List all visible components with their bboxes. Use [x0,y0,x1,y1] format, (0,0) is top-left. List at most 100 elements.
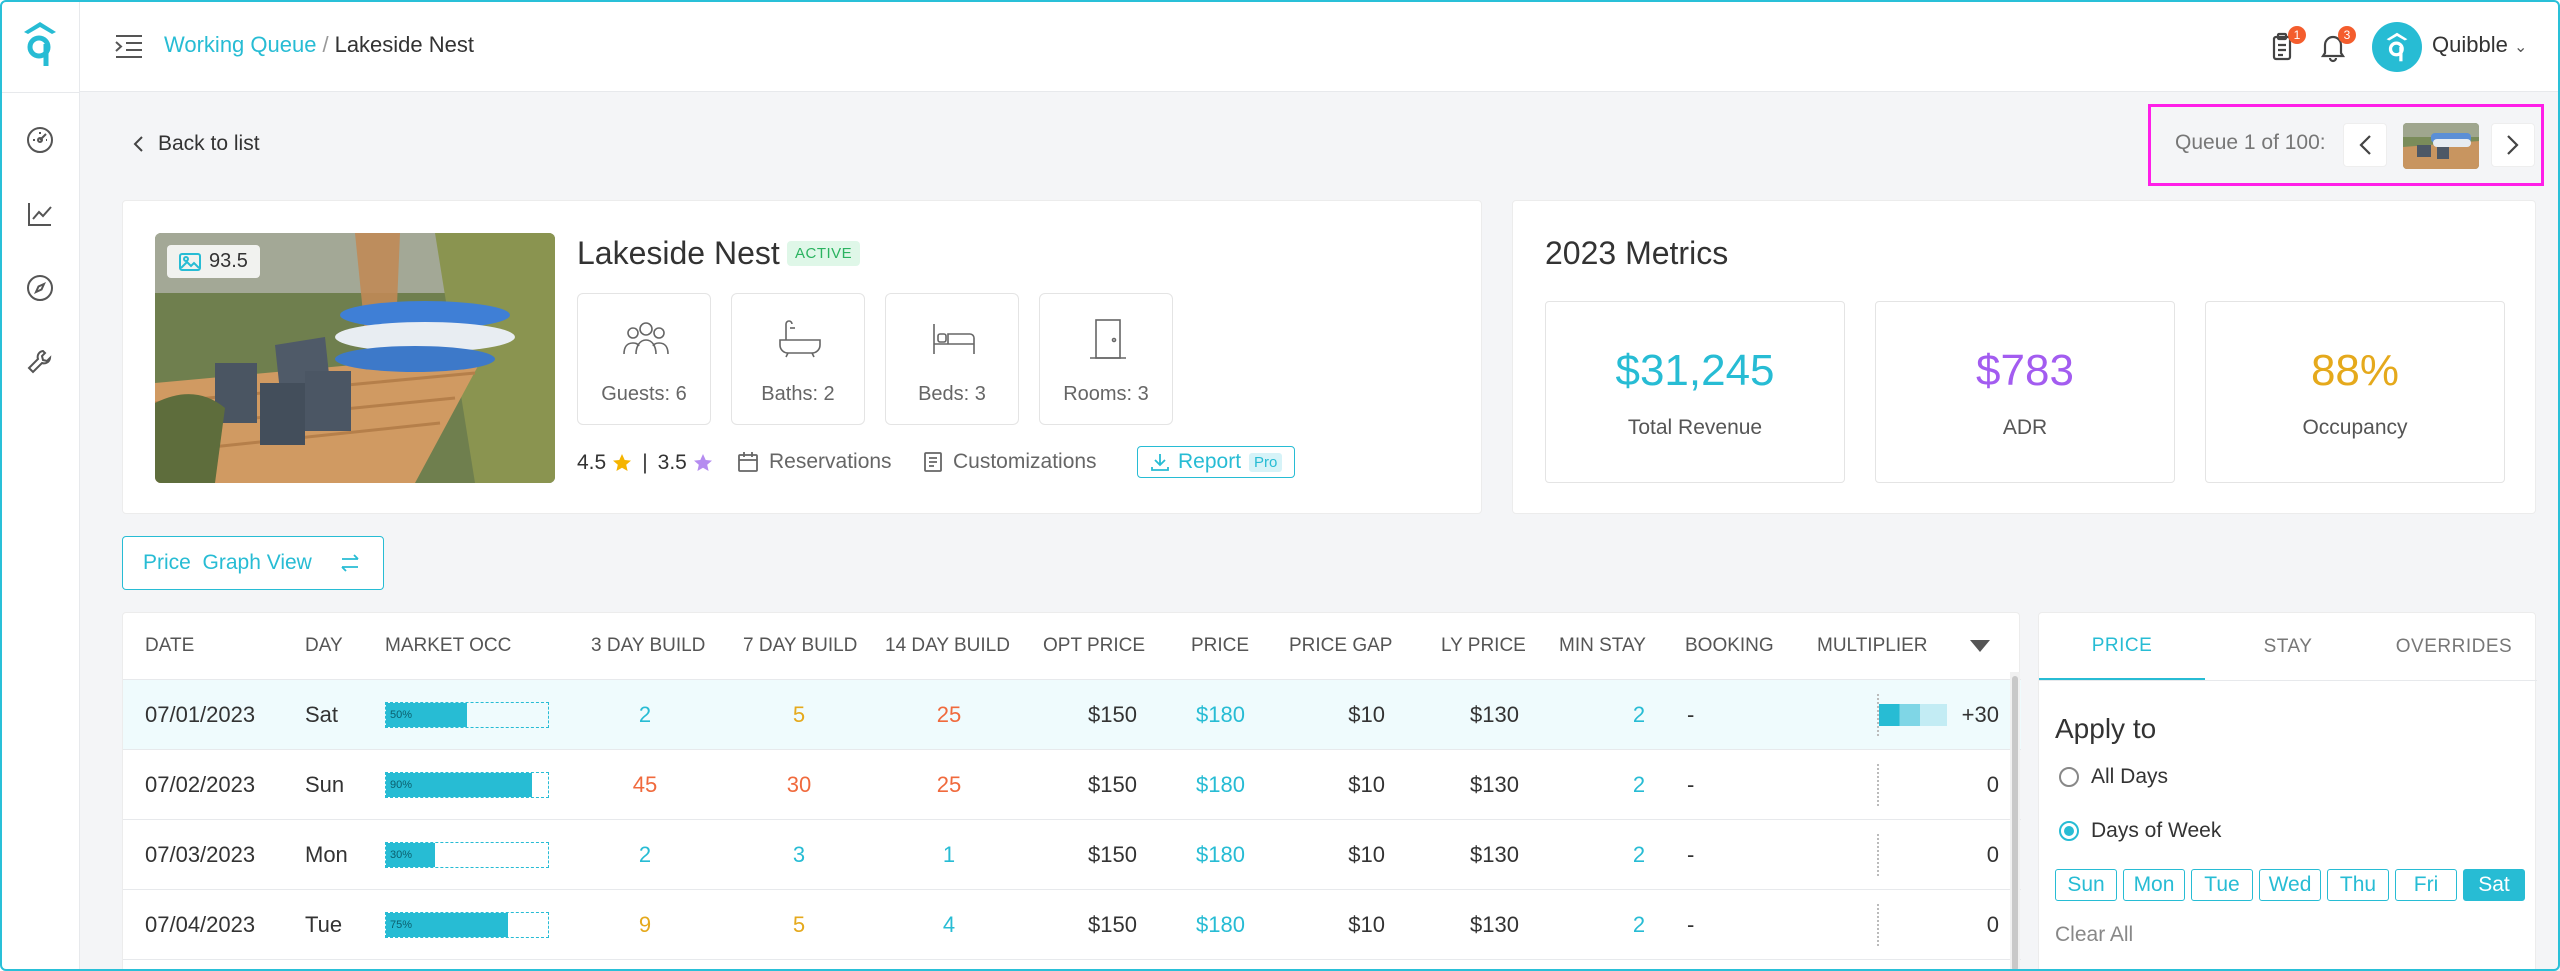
cell-min-stay[interactable]: 2 [1633,772,1645,798]
tab-price[interactable]: PRICE [2039,613,2205,681]
queue-property-thumbnail[interactable] [2403,123,2479,169]
col-header-price-gap: PRICE GAP [1289,635,1393,656]
metric-label: Total Revenue [1627,416,1763,439]
cell-date: 07/03/2023 [145,842,256,867]
reservations-link[interactable]: Reservations [737,450,892,474]
radio-all-days[interactable] [2059,767,2079,787]
customizations-link[interactable]: Customizations [923,450,1097,474]
cell-booking: - [1687,772,1695,797]
sidebar-divider [0,92,80,93]
menu-toggle-icon[interactable] [114,32,144,60]
chevron-left-icon [133,136,143,152]
col-header-price: PRICE [1191,635,1250,656]
cell-min-stay[interactable]: 2 [1633,702,1645,728]
dashboard-gauge-icon[interactable] [22,122,58,158]
option-all-days[interactable]: All Days [2059,765,2168,789]
bell-badge: 3 [2338,26,2356,44]
cell-opt-price: $150 [1088,702,1137,727]
cell-7-day-build: 30 [786,772,812,797]
clipboard-icon[interactable]: 1 [2266,26,2306,64]
tab-stay[interactable]: STAY [2205,613,2371,681]
option-days-of-week-label: Days of Week [2091,819,2222,842]
price-graph-view-toggle[interactable]: Price Graph View [122,536,384,590]
avatar[interactable] [2372,22,2422,72]
cell-opt-price: $150 [1088,772,1137,797]
quibble-logo-icon[interactable] [20,20,60,68]
download-icon [1151,454,1169,471]
column-menu-caret-icon[interactable] [1969,639,1991,653]
col-header-multiplier: MULTIPLIER [1817,635,1928,656]
metrics-card: 2023 Metrics $31,245 Total Revenue $783 … [1512,200,2536,514]
user-menu[interactable]: Quibble ⌄ [2432,32,2527,58]
queue-label: Queue 1 of 100: [2175,131,2326,154]
door-icon [1090,319,1126,359]
queue-next-button[interactable] [2491,123,2535,167]
day-toggle-wed[interactable]: Wed [2259,869,2321,901]
day-toggle-sun[interactable]: Sun [2055,869,2117,901]
cell-ly-price: $130 [1470,912,1519,937]
day-toggle-tue[interactable]: Tue [2191,869,2253,901]
bell-icon[interactable]: 3 [2316,26,2356,64]
metric-value: $783 [1976,346,2074,395]
col-header-date: DATE [145,635,195,656]
day-toggle-sat[interactable]: Sat [2463,869,2525,901]
cell-3-day-build: 2 [638,702,652,727]
cell-price-gap: $10 [1348,702,1385,727]
market-occ-label: 50% [390,709,413,721]
tab-divider [2039,680,2537,681]
cell-price-gap: $10 [1348,842,1385,867]
cell-multiplier: +30 [1961,702,1999,727]
user-name: Quibble [2432,32,2508,57]
property-photo[interactable]: 93.5 [155,233,555,483]
chevron-down-icon: ⌄ [2513,39,2528,56]
table-row[interactable]: 30% 07/03/2023 Mon 2 3 1 $150 $180 $10 $130 2 - 0 [123,820,2021,890]
rating-primary: 4.5 [577,451,607,474]
day-toggle-thu[interactable]: Thu [2327,869,2389,901]
cell-price[interactable]: $180 [1196,842,1245,868]
back-to-list-link[interactable]: Back to list [132,132,260,156]
day-toggle-fri[interactable]: Fri [2395,869,2457,901]
tab-overrides[interactable]: OVERRIDES [2371,613,2537,681]
star-icon [613,454,632,471]
table-row[interactable]: 50% 07/01/2023 Sat 2 5 25 $150 $180 $10 $130 2- +30 [123,680,2021,750]
table-scrollbar-thumb[interactable] [2012,676,2018,971]
table-row[interactable]: 90% 07/02/2023 Sun 45 30 25 $150 $180 $10 $130 2 - 0 [123,750,2021,820]
analytics-chart-icon[interactable] [22,196,58,232]
cell-3-day-build: 9 [638,912,652,937]
cell-min-stay[interactable]: 2 [1633,842,1645,868]
photo-score: 93.5 [209,250,248,272]
amenity-rooms: Rooms: 3 [1039,293,1173,425]
status-badge: ACTIVE [787,241,861,266]
report-button[interactable]: Report Pro [1137,446,1296,478]
apply-to-title: Apply to [2055,713,2157,744]
cell-7-day-build: 5 [792,702,806,727]
amenity-beds-label: Beds: 3 [918,383,986,405]
option-days-of-week[interactable]: Days of Week [2059,819,2221,843]
multiplier-bar[interactable] [1879,704,1947,726]
breadcrumb-working-queue[interactable]: Working Queue [164,32,316,57]
col-header-booking: BOOKING [1685,635,1774,656]
day-toggle-mon[interactable]: Mon [2123,869,2185,901]
table-row[interactable]: 75% 07/04/2023 Tue 9 5 4 $150 $180 $10 $130 2 - 0 [123,890,2021,960]
image-icon [179,252,201,271]
cell-min-stay[interactable]: 2 [1633,912,1645,938]
clear-all-button[interactable]: Clear All [2055,923,2133,947]
wrench-icon[interactable] [22,344,58,380]
cell-price[interactable]: $180 [1196,912,1245,938]
option-all-days-label: All Days [2091,765,2169,788]
calendar-icon [738,452,758,472]
radio-days-of-week[interactable] [2059,821,2079,841]
chevron-left-icon [2359,135,2371,155]
metric-value: $31,245 [1615,346,1775,395]
cell-price-gap: $10 [1348,912,1385,937]
compass-icon[interactable] [22,270,58,306]
cell-14-day-build: 25 [936,702,962,727]
rating-secondary: 3.5 [657,451,687,474]
back-to-list-label: Back to list [158,132,260,155]
star-icon [693,454,712,471]
cell-price[interactable]: $180 [1196,702,1245,728]
property-name: Lakeside Nest [577,235,780,271]
cell-price[interactable]: $180 [1196,772,1245,798]
cell-7-day-build: 3 [792,842,806,867]
queue-prev-button[interactable] [2343,123,2387,167]
